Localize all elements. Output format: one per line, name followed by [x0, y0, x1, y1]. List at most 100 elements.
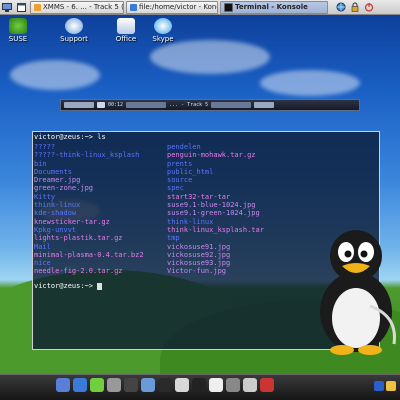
ls-entry: green-zone.jpg — [34, 184, 94, 193]
desktop-icon-label: SUSE — [8, 35, 28, 43]
ls-entry: Victor-fun.jpg — [167, 267, 227, 276]
power-icon — [364, 3, 374, 12]
ls-entry: minimal-plasma-0.4.tar.bz2 — [34, 250, 144, 259]
ls-entry: suse9.1-blue-1024.jpg — [167, 201, 256, 210]
skype-icon — [154, 18, 172, 34]
ls-entry: Kitty — [34, 192, 56, 201]
konqueror-icon — [130, 3, 137, 11]
desktop-icon-label: Support — [60, 35, 88, 43]
task-label: XMMS - 6. ... - Track 5 (4:11) — [43, 3, 124, 11]
ls-entry: tmp — [167, 234, 180, 243]
tux-penguin-image — [320, 230, 396, 355]
ls-entry: ????? — [34, 143, 56, 151]
xmms-play-button[interactable] — [97, 102, 105, 108]
ls-entry: spec — [167, 184, 184, 193]
command-line: victor@zeus:~> ls — [34, 133, 106, 141]
xmms-seek-bar[interactable] — [126, 102, 167, 108]
show-desktop-button[interactable] — [0, 1, 14, 14]
ls-entry: Dreamer.jpg — [34, 176, 81, 185]
cloud — [10, 60, 100, 90]
tray-globe-button[interactable] — [334, 1, 348, 14]
ls-entry: Documents — [34, 167, 72, 176]
desktop-icon-suse[interactable]: SUSE — [0, 18, 36, 43]
desktop-icon-office[interactable]: Office — [108, 18, 144, 43]
tray-lock-button[interactable] — [348, 1, 362, 14]
xmms-volume-bar[interactable] — [211, 102, 252, 108]
audio-icon[interactable] — [124, 378, 138, 392]
task-xmms[interactable]: XMMS - 6. ... - Track 5 (4:11) — [30, 0, 124, 14]
cloud — [150, 40, 270, 74]
text-cursor — [97, 282, 103, 290]
prompt: victor@zeus:~> — [34, 282, 94, 290]
desktop-icon-label: Office — [115, 35, 137, 43]
ls-entry: public_html — [167, 167, 214, 176]
monitor-icon — [2, 2, 12, 12]
ls-entry: vickosuse91.jpg — [167, 242, 231, 251]
tray-logout-button[interactable] — [362, 1, 376, 14]
command: ls — [97, 133, 106, 141]
ls-entry: nice — [34, 259, 51, 268]
task-konqueror[interactable]: file:/home/victor - Konqueror — [126, 0, 218, 14]
ls-entry: prents — [167, 159, 193, 168]
suse-icon — [9, 18, 27, 34]
globe-icon — [336, 2, 346, 12]
cloud — [260, 70, 360, 96]
window-list-button[interactable] — [14, 1, 28, 14]
task-label: file:/home/victor - Konqueror — [139, 3, 217, 11]
xmms-player[interactable]: 00:12 ... - Track 5 — [60, 99, 360, 111]
ls-entry: vickosuse92.jpg — [167, 250, 231, 259]
notification-icon[interactable] — [386, 381, 396, 391]
prompt-line: victor@zeus:~> — [34, 282, 103, 290]
images-icon[interactable] — [141, 378, 155, 392]
ls-entry: pendelen — [167, 143, 201, 151]
home-icon[interactable] — [56, 378, 70, 392]
ls-entry: vickosuse93.jpg — [167, 259, 231, 268]
konqueror-icon[interactable] — [73, 378, 87, 392]
xmms-icon — [34, 3, 41, 11]
desktop: XMMS - 6. ... - Track 5 (4:11) file:/hom… — [0, 0, 400, 400]
ls-entry: source — [167, 176, 193, 185]
xmms-menu-bar[interactable] — [64, 102, 94, 108]
ls-entry: kde-shadow — [34, 209, 77, 218]
ls-column-left: ????? ?????-think-linux_ksplash bin Documen… — [34, 143, 144, 276]
calendar-icon[interactable] — [175, 378, 189, 392]
drive-icon[interactable] — [243, 378, 257, 392]
desktop-icon-skype[interactable]: Skype — [145, 18, 181, 43]
system-tray — [374, 381, 396, 391]
pen-icon[interactable] — [192, 378, 206, 392]
ls-entry: knewsticker-tar.gz — [34, 217, 110, 226]
top-taskbar: XMMS - 6. ... - Track 5 (4:11) file:/hom… — [0, 0, 400, 15]
application-dock — [56, 378, 274, 392]
ls-entry: penguin-mohawk.tar.gz — [167, 151, 256, 160]
ls-entry: lights-plastik.tar.gz — [34, 234, 123, 243]
media-icon[interactable] — [158, 378, 172, 392]
xmms-controls[interactable] — [254, 102, 275, 108]
ls-entry: needle-fig-2.0.tar.gz — [34, 267, 123, 276]
ls-entry: suse9.1-green-1024.jpg — [167, 209, 260, 218]
ls-entry: Kpkg-unvvt — [34, 225, 77, 234]
network-icon[interactable] — [374, 381, 384, 391]
prompt: victor@zeus:~> — [34, 133, 94, 141]
office-icon — [117, 18, 135, 34]
ls-entry: think-linux — [34, 201, 81, 210]
task-label: Terminal - Konsole — [235, 3, 308, 11]
lock-icon — [351, 2, 359, 12]
ls-entry: think-linux_ksplash.tar — [167, 225, 264, 234]
ls-column-right: pendelen penguin-mohawk.tar.gz prents publi… — [167, 143, 264, 276]
tools-icon[interactable] — [226, 378, 240, 392]
ls-entry: Mail — [34, 242, 51, 251]
clock-icon[interactable] — [209, 378, 223, 392]
xmms-track: ... - Track 5 — [169, 102, 209, 108]
ls-entry: start32-tar-tar — [167, 192, 231, 201]
window-icon — [16, 2, 26, 12]
suse-gecko-icon[interactable] — [90, 378, 104, 392]
settings-icon[interactable] — [107, 378, 121, 392]
task-konsole[interactable]: Terminal - Konsole — [220, 0, 328, 14]
xmms-time: 00:12 — [108, 102, 124, 108]
desktop-icon-support[interactable]: Support — [56, 18, 92, 43]
trash-icon[interactable] — [260, 378, 274, 392]
support-icon — [65, 18, 83, 34]
bottom-panel — [0, 374, 400, 400]
desktop-icon-label: Skype — [152, 35, 174, 43]
terminal-icon — [224, 2, 233, 12]
